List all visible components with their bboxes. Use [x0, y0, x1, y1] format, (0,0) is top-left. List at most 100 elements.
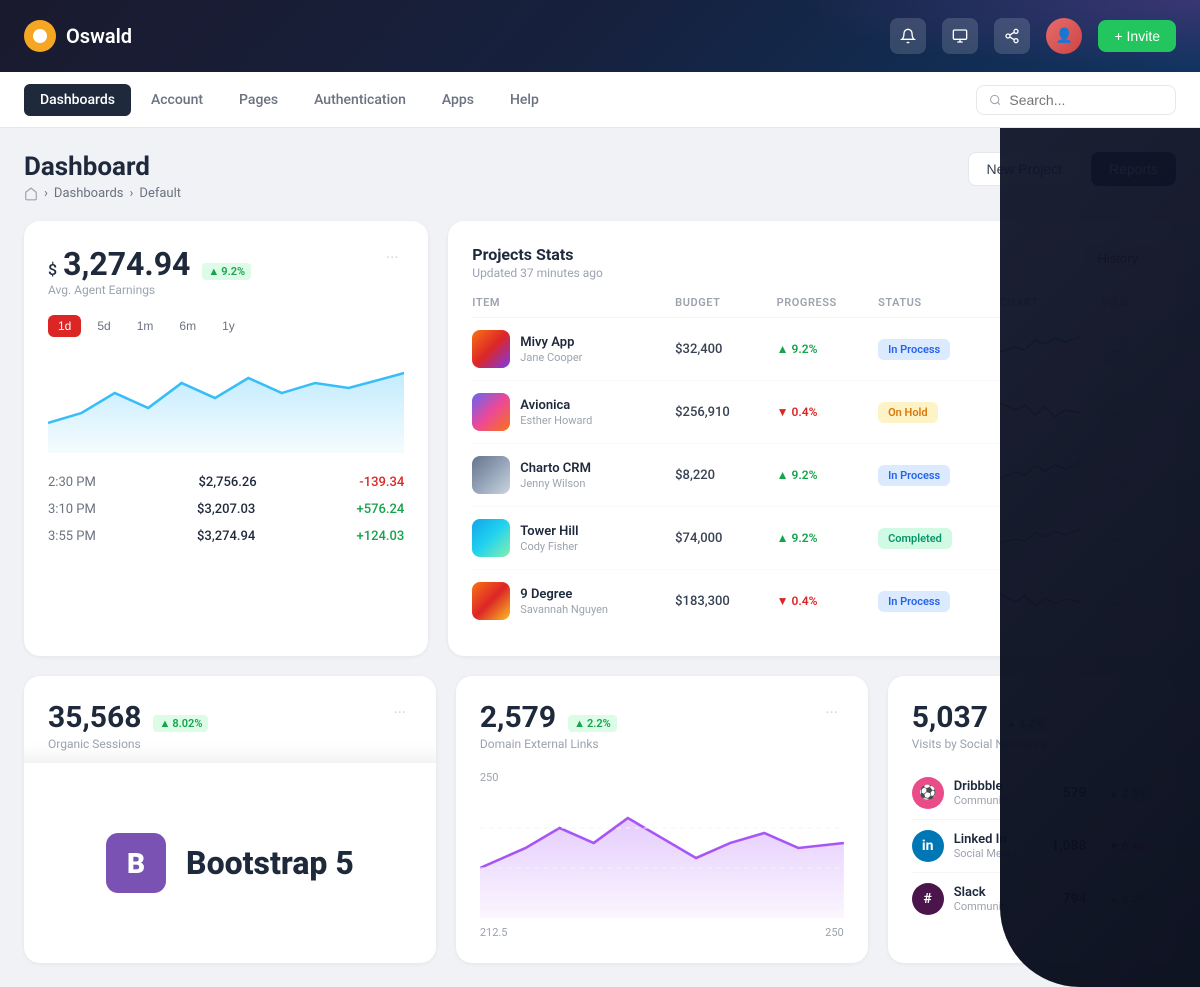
x-label-3: 250 — [825, 926, 844, 939]
slack-type: Community — [954, 900, 1010, 913]
bootstrap-logo: B — [106, 833, 166, 893]
project-name-avionica: Avionica — [520, 398, 592, 413]
col-view: VIEW — [1101, 296, 1152, 309]
status-tower: Completed — [878, 528, 952, 549]
projects-header: Projects Stats Updated 37 minutes ago Hi… — [472, 245, 1152, 280]
topbar: Oswald 👤 + Invite — [0, 0, 1200, 72]
dribbble-change: ▲ 2.6% — [1103, 785, 1152, 802]
organic-more-button[interactable]: ··· — [388, 700, 412, 724]
project-owner-charto: Jenny Wilson — [520, 477, 591, 490]
chart-avionica — [1000, 395, 1101, 429]
project-thumb-avionica — [472, 393, 510, 431]
budget-9degree: $183,300 — [675, 594, 776, 609]
chart-x-labels: 212.5 250 — [480, 926, 844, 939]
earnings-row-3: 3:55 PM $3,274.94 +124.03 — [48, 523, 404, 550]
view-mivy-button[interactable]: → — [1101, 335, 1129, 363]
social-value: 5,037 — [912, 700, 988, 735]
search-input[interactable] — [1009, 92, 1163, 108]
project-info-mivy: Mivy App Jane Cooper — [472, 330, 675, 368]
projects-table-header: ITEM BUDGET PROGRESS STATUS CHART VIEW — [472, 296, 1152, 318]
status-mivy: In Process — [878, 339, 950, 360]
bell-icon[interactable] — [890, 18, 926, 54]
view-charto-button[interactable]: → — [1101, 461, 1129, 489]
dribbble-type: Community — [954, 794, 1010, 807]
status-9degree: In Process — [878, 591, 950, 612]
new-project-button[interactable]: New Project — [968, 152, 1081, 186]
view-tower-button[interactable]: → — [1101, 524, 1129, 552]
earnings-row-1: 2:30 PM $2,756.26 -139.34 — [48, 469, 404, 496]
project-thumb-charto — [472, 456, 510, 494]
col-status: STATUS — [878, 296, 1000, 309]
bootstrap-overlay: B Bootstrap 5 — [24, 763, 436, 963]
domain-more-button[interactable]: ··· — [820, 700, 844, 724]
social-rows: ⚽ Dribbble Community 579 ▲ 2.6% in — [912, 767, 1152, 925]
col-progress: PROGRESS — [777, 296, 878, 309]
domain-info: 2,579 ▲ 2.2% Domain External Links — [480, 700, 617, 751]
chart-charto — [1000, 458, 1101, 492]
project-owner-mivy: Jane Cooper — [520, 351, 582, 364]
nav-item-account[interactable]: Account — [135, 84, 219, 116]
filter-1y[interactable]: 1y — [212, 315, 245, 337]
page-title-area: Dashboard › Dashboards › Default — [24, 152, 181, 201]
col-chart: CHART — [1000, 296, 1101, 309]
history-button[interactable]: History — [1084, 245, 1152, 272]
dribbble-name: Dribbble — [954, 779, 1010, 794]
project-owner-9degree: Savannah Nguyen — [520, 603, 608, 616]
earnings-badge: ▲ 9.2% — [202, 263, 251, 280]
project-owner-tower: Cody Fisher — [520, 540, 578, 553]
y-label-250: 250 — [480, 771, 499, 784]
invite-button[interactable]: + Invite — [1098, 20, 1176, 52]
share-icon[interactable] — [994, 18, 1030, 54]
projects-title: Projects Stats — [472, 245, 603, 264]
earnings-row-2: 3:10 PM $3,207.03 +576.24 — [48, 496, 404, 523]
amount-1: $2,756.26 — [198, 475, 256, 490]
earnings-header: $ 3,274.94 ▲ 9.2% Avg. Agent Earnings — [48, 245, 251, 299]
organic-value: 35,568 — [48, 700, 141, 735]
domain-label: Domain External Links — [480, 737, 617, 751]
amount-2: $3,207.03 — [197, 502, 255, 517]
domain-value: 2,579 — [480, 700, 556, 735]
time-1: 2:30 PM — [48, 475, 96, 490]
earnings-rows: 2:30 PM $2,756.26 -139.34 3:10 PM $3,207… — [48, 469, 404, 550]
view-avionica-button[interactable]: → — [1101, 398, 1129, 426]
user-avatar[interactable]: 👤 — [1046, 18, 1082, 54]
social-label: Visits by Social Networks — [912, 737, 1049, 751]
earnings-amount: 3,274.94 — [63, 245, 190, 283]
earnings-more-button[interactable]: ··· — [380, 245, 404, 269]
filter-6m[interactable]: 6m — [169, 315, 206, 337]
filter-1d[interactable]: 1d — [48, 315, 81, 337]
dribbble-icon: ⚽ — [912, 777, 944, 809]
social-info-slack: # Slack Community — [912, 883, 1010, 915]
project-name-mivy: Mivy App — [520, 335, 582, 350]
reports-button[interactable]: Reports — [1091, 152, 1176, 186]
table-row: 9 Degree Savannah Nguyen $183,300 ▼ 0.4%… — [472, 570, 1152, 632]
earnings-card: $ 3,274.94 ▲ 9.2% Avg. Agent Earnings ··… — [24, 221, 428, 656]
nav-item-apps[interactable]: Apps — [426, 84, 490, 116]
filter-5d[interactable]: 5d — [87, 315, 120, 337]
project-thumb-9degree — [472, 582, 510, 620]
nav-item-help[interactable]: Help — [494, 84, 555, 116]
nav-item-pages[interactable]: Pages — [223, 84, 294, 116]
nav-item-authentication[interactable]: Authentication — [298, 84, 422, 116]
table-row: Avionica Esther Howard $256,910 ▼ 0.4% O… — [472, 381, 1152, 444]
earnings-label: Avg. Agent Earnings — [48, 283, 251, 297]
search-icon — [989, 93, 1001, 107]
view-9degree-button[interactable]: → — [1101, 587, 1129, 615]
change-2: +576.24 — [357, 502, 405, 517]
social-info-linkedin: in Linked In Social Media — [912, 830, 1017, 862]
screen-icon[interactable] — [942, 18, 978, 54]
nav-item-dashboards[interactable]: Dashboards — [24, 84, 131, 116]
linkedin-value: 1,088 — [1051, 838, 1087, 854]
projects-stats-card: Projects Stats Updated 37 minutes ago Hi… — [448, 221, 1176, 656]
filter-1m[interactable]: 1m — [127, 315, 164, 337]
page-content: Dashboard › Dashboards › Default New Pro… — [0, 128, 1200, 987]
main-nav: Dashboards Account Pages Authentication … — [0, 72, 1200, 128]
time-3: 3:55 PM — [48, 529, 96, 544]
social-more-button[interactable]: ··· — [1128, 700, 1152, 724]
budget-tower: $74,000 — [675, 531, 776, 546]
currency-symbol: $ — [48, 260, 57, 279]
domain-header: 2,579 ▲ 2.2% Domain External Links ··· — [480, 700, 844, 751]
logo-icon — [24, 20, 56, 52]
bottom-grid: 35,568 ▲ 8.02% Organic Sessions ··· Cana… — [24, 676, 1176, 963]
project-name-charto: Charto CRM — [520, 461, 591, 476]
